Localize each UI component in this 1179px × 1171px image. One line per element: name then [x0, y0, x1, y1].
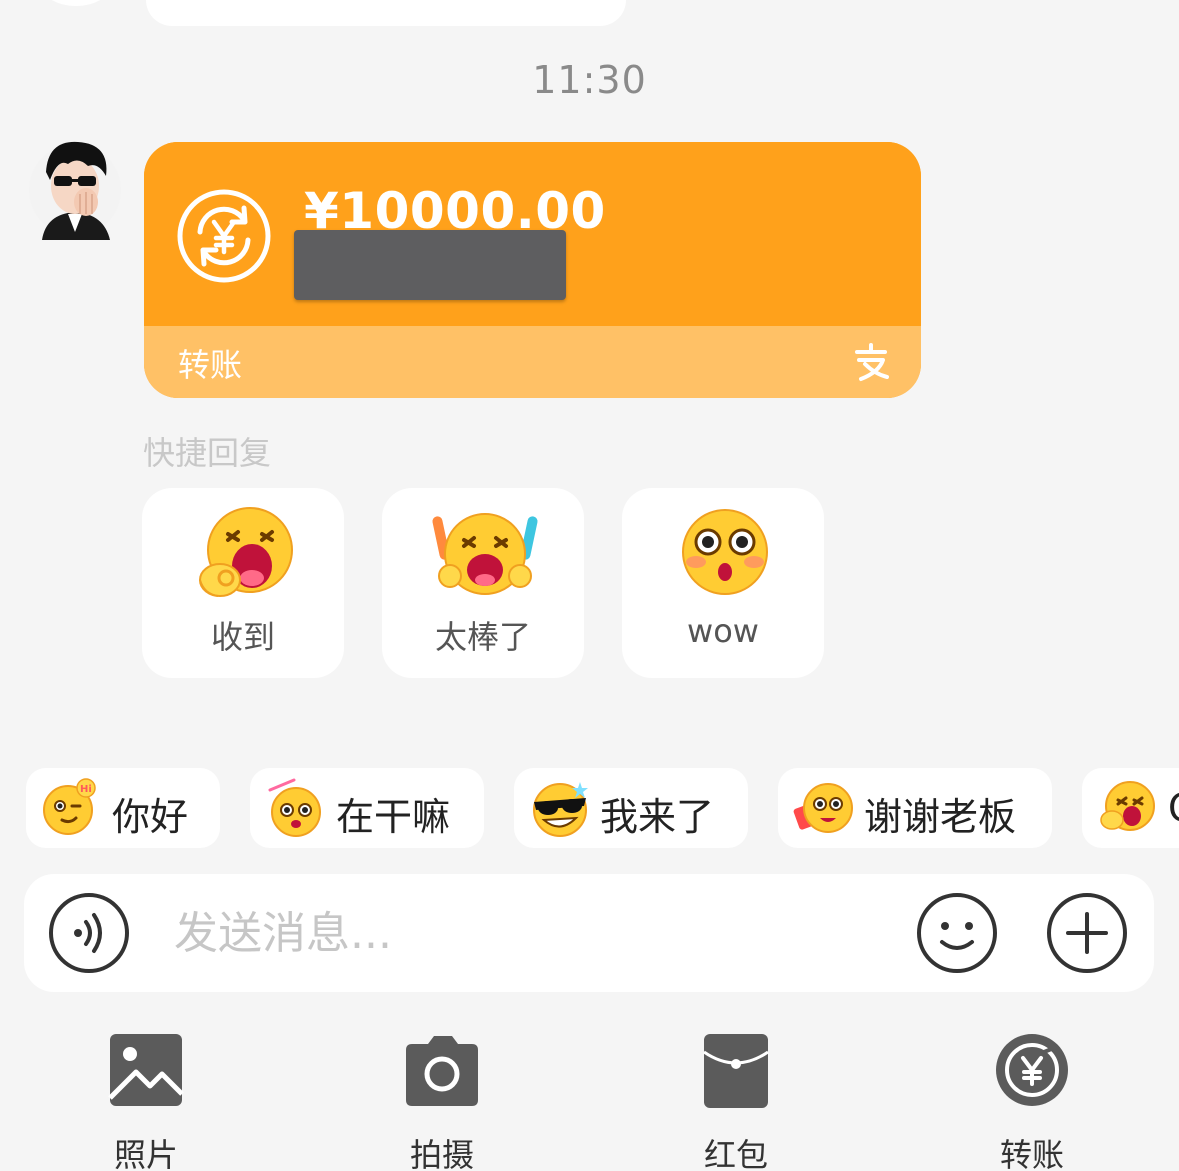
- sunglasses-emoji-icon: [533, 782, 588, 837]
- sticker-chip-here-i-come[interactable]: 我来了: [514, 768, 748, 848]
- quick-reply-label: wow: [687, 612, 759, 650]
- transfer-message-card[interactable]: ¥10000.00 转账: [144, 142, 921, 398]
- message-input-bar: [24, 874, 1154, 992]
- ok-hand-shout-emoji-icon: [199, 507, 293, 597]
- tool-label: 红包: [703, 1136, 768, 1171]
- redacted-note: [294, 230, 566, 300]
- transfer-card-top: ¥10000.00: [144, 142, 921, 326]
- plus-icon[interactable]: [1046, 892, 1128, 974]
- quick-reply-wow[interactable]: wow: [622, 488, 824, 678]
- tool-red-packet[interactable]: 红包: [656, 1030, 816, 1171]
- quick-reply-great[interactable]: 太棒了: [382, 488, 584, 678]
- previous-avatar[interactable]: [40, 0, 112, 6]
- surprised-emoji-icon: [682, 509, 768, 595]
- transfer-card-label: 转账: [178, 346, 243, 384]
- ok-emoji-icon: [1100, 781, 1155, 831]
- quick-reply-label: 太棒了: [434, 618, 531, 656]
- svg-text:Hi: Hi: [80, 784, 92, 795]
- sticker-chip-label: 你好: [112, 795, 189, 839]
- sticker-chip-what-doing[interactable]: 在干嘛: [250, 768, 484, 848]
- red-packet-icon: [703, 1034, 769, 1108]
- sticker-chip-hello[interactable]: Hi 你好: [26, 768, 220, 848]
- tool-transfer[interactable]: 转账: [952, 1030, 1112, 1171]
- quick-reply-title: 快捷回复: [143, 434, 272, 472]
- tool-label: 拍摄: [409, 1136, 474, 1171]
- thanks-boss-emoji-icon: [793, 783, 853, 833]
- sticker-chip-label: O: [1168, 786, 1179, 830]
- sticker-chip-label: 我来了: [600, 795, 715, 839]
- sticker-chip-label: 谢谢老板: [864, 795, 1017, 839]
- message-input[interactable]: [174, 900, 874, 966]
- what-doing-emoji-icon: [268, 778, 321, 837]
- photo-icon: [108, 1034, 184, 1106]
- sender-avatar[interactable]: [28, 136, 122, 240]
- transfer-icon: [996, 1034, 1068, 1106]
- sticker-chip-thanks-boss[interactable]: 谢谢老板: [778, 768, 1052, 848]
- message-timestamp: 11:30: [532, 58, 647, 102]
- alipay-icon: [855, 343, 889, 381]
- previous-message-bubble[interactable]: [146, 0, 626, 26]
- yuan-exchange-icon: [177, 189, 271, 283]
- transfer-card-footer: 转账: [144, 326, 921, 398]
- quick-reply-label: 收到: [210, 618, 275, 656]
- tool-camera[interactable]: 拍摄: [362, 1030, 522, 1171]
- chat-screen: 11:30 ¥10000.00 转账 快捷回复 收到 太棒了 wow Hi 你好…: [0, 0, 1179, 1171]
- camera-icon: [406, 1036, 478, 1106]
- wink-hi-emoji-icon: Hi: [43, 778, 96, 835]
- voice-input-icon[interactable]: [48, 892, 130, 974]
- cheering-emoji-icon: [432, 513, 538, 595]
- sticker-chip-label: 在干嘛: [336, 795, 451, 839]
- quick-reply-received[interactable]: 收到: [142, 488, 344, 678]
- sticker-chip-ok[interactable]: O: [1082, 768, 1179, 848]
- tool-photo[interactable]: 照片: [66, 1030, 226, 1171]
- tool-label: 照片: [113, 1136, 178, 1171]
- emoji-picker-icon[interactable]: [916, 892, 998, 974]
- tool-label: 转账: [999, 1136, 1064, 1171]
